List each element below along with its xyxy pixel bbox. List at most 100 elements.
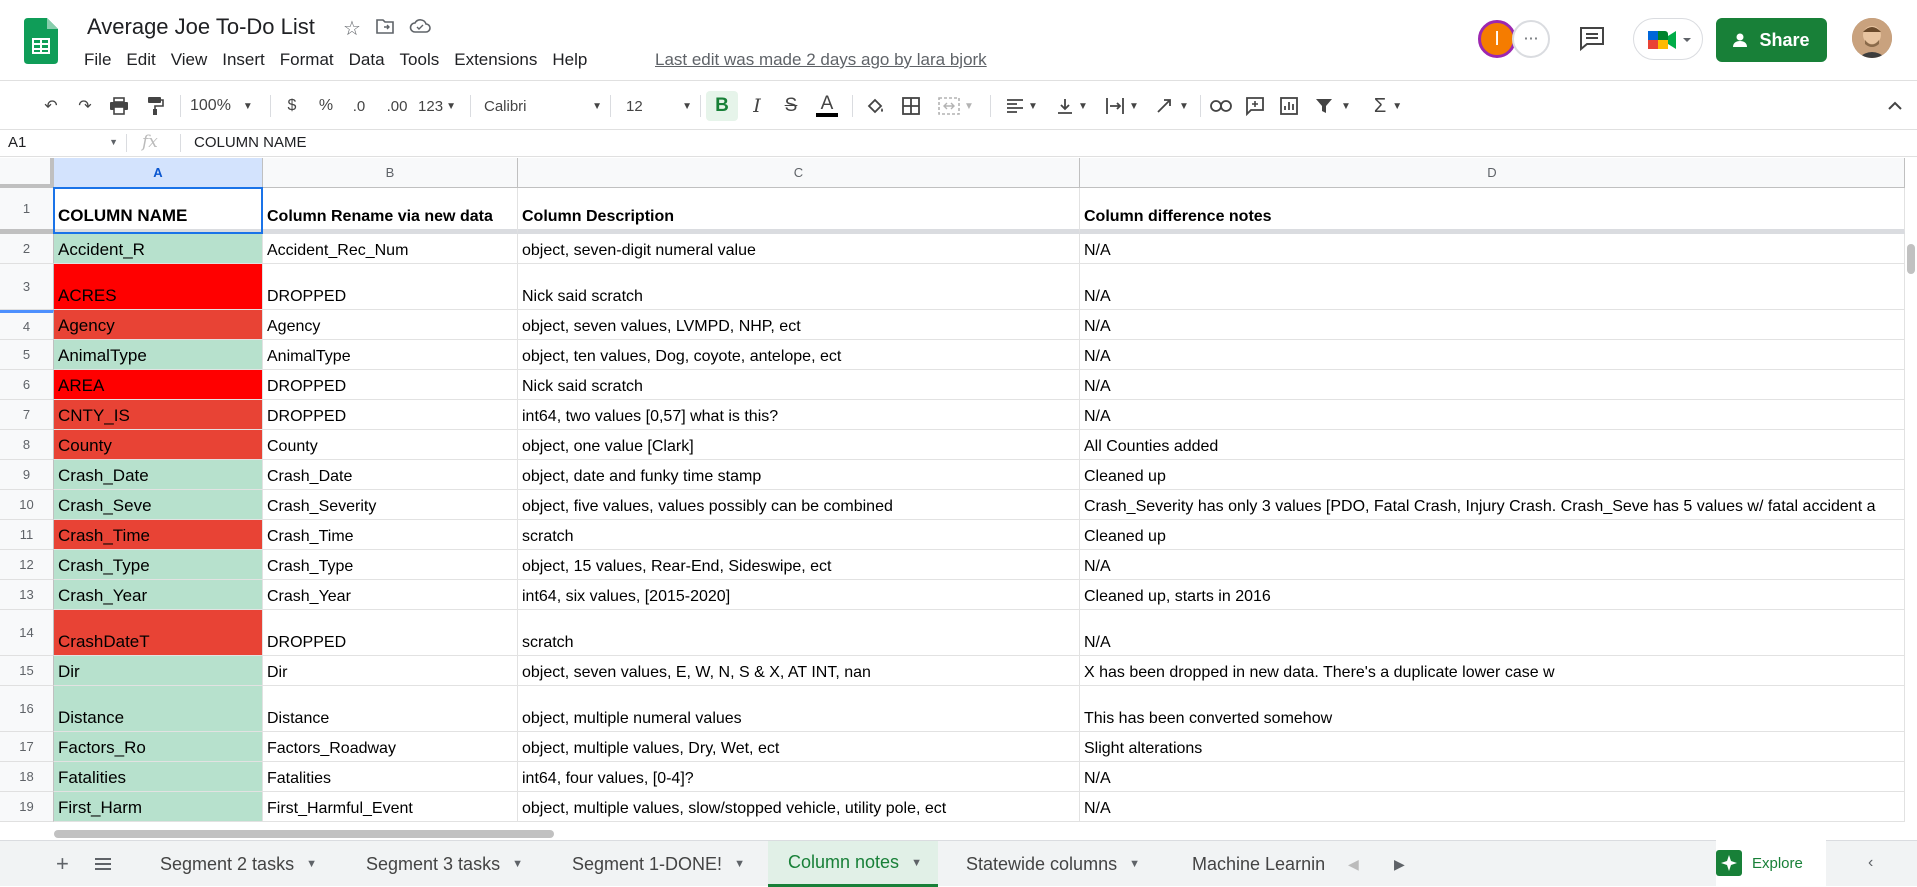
- table-cell[interactable]: AnimalType: [263, 340, 518, 370]
- table-cell[interactable]: First_Harmful_Event: [263, 792, 518, 822]
- table-cell[interactable]: Nick said scratch: [518, 264, 1080, 310]
- row-header[interactable]: 15: [0, 656, 54, 686]
- menu-tools[interactable]: Tools: [400, 50, 448, 70]
- paint-format-icon[interactable]: [142, 91, 168, 121]
- functions-icon[interactable]: Σ ▼: [1366, 91, 1410, 121]
- table-cell[interactable]: N/A: [1080, 610, 1905, 656]
- table-cell[interactable]: N/A: [1080, 264, 1905, 310]
- select-all-corner[interactable]: [0, 158, 54, 188]
- chevron-down-icon[interactable]: ▼: [306, 858, 317, 870]
- row-header[interactable]: 16: [0, 686, 54, 732]
- table-cell[interactable]: First_Harm: [54, 792, 263, 822]
- font-size-select[interactable]: 12 ▼: [626, 91, 692, 121]
- chevron-down-icon[interactable]: ▼: [734, 858, 745, 870]
- table-cell[interactable]: DROPPED: [263, 370, 518, 400]
- currency-format-button[interactable]: $: [280, 91, 304, 121]
- name-box[interactable]: A1 ▼: [8, 134, 118, 151]
- undo-icon[interactable]: ↶: [38, 91, 64, 121]
- table-cell[interactable]: N/A: [1080, 370, 1905, 400]
- row-header[interactable]: 5: [0, 340, 54, 370]
- scroll-tabs-right-icon[interactable]: ▶: [1394, 841, 1405, 887]
- table-cell[interactable]: Accident_Rec_Num: [263, 234, 518, 264]
- horizontal-align-icon[interactable]: ▼: [1000, 91, 1044, 121]
- table-cell[interactable]: int64, two values [0,57] what is this?: [518, 400, 1080, 430]
- all-sheets-icon[interactable]: [94, 841, 112, 887]
- row-header[interactable]: 11: [0, 520, 54, 550]
- table-cell[interactable]: DROPPED: [263, 400, 518, 430]
- table-cell[interactable]: object, seven values, LVMPD, NHP, ect: [518, 310, 1080, 340]
- table-cell[interactable]: DROPPED: [263, 264, 518, 310]
- merge-cells-icon[interactable]: ▼: [934, 91, 978, 121]
- collaborator-avatar[interactable]: I: [1478, 20, 1516, 58]
- sheet-tab[interactable]: Machine Learnin: [1172, 841, 1342, 887]
- insert-link-icon[interactable]: [1206, 91, 1236, 121]
- row-header[interactable]: 6: [0, 370, 54, 400]
- row-header[interactable]: 12: [0, 550, 54, 580]
- row-header[interactable]: 9: [0, 460, 54, 490]
- sheets-logo-icon[interactable]: [24, 18, 58, 64]
- sheet-tab[interactable]: Statewide columns ▼: [946, 841, 1156, 887]
- explore-button[interactable]: Explore: [1716, 840, 1826, 886]
- table-cell[interactable]: N/A: [1080, 762, 1905, 792]
- table-cell[interactable]: Distance: [54, 686, 263, 732]
- table-cell[interactable]: CNTY_IS: [54, 400, 263, 430]
- row-header[interactable]: 1: [0, 188, 54, 234]
- table-cell[interactable]: Cleaned up, starts in 2016: [1080, 580, 1905, 610]
- formula-input[interactable]: COLUMN NAME: [194, 134, 307, 151]
- table-cell[interactable]: Fatalities: [263, 762, 518, 792]
- meet-button[interactable]: [1633, 18, 1703, 60]
- table-cell[interactable]: Dir: [54, 656, 263, 686]
- row-header[interactable]: 2: [0, 234, 54, 264]
- table-cell[interactable]: Crash_Year: [54, 580, 263, 610]
- menu-data[interactable]: Data: [349, 50, 393, 70]
- borders-icon[interactable]: [898, 91, 924, 121]
- table-cell[interactable]: N/A: [1080, 550, 1905, 580]
- chevron-down-icon[interactable]: ▼: [1129, 858, 1140, 870]
- doc-title[interactable]: Average Joe To-Do List: [87, 14, 315, 40]
- table-cell[interactable]: Crash_Year: [263, 580, 518, 610]
- vertical-scrollbar-thumb[interactable]: [1907, 244, 1915, 274]
- table-cell[interactable]: int64, four values, [0-4]?: [518, 762, 1080, 792]
- table-cell[interactable]: object, date and funky time stamp: [518, 460, 1080, 490]
- table-cell[interactable]: Factors_Ro: [54, 732, 263, 762]
- menu-insert[interactable]: Insert: [222, 50, 273, 70]
- table-cell[interactable]: AnimalType: [54, 340, 263, 370]
- menu-view[interactable]: View: [171, 50, 216, 70]
- side-panel-toggle-icon[interactable]: ‹: [1868, 840, 1873, 886]
- chevron-down-icon[interactable]: ▼: [512, 858, 523, 870]
- table-cell[interactable]: int64, six values, [2015-2020]: [518, 580, 1080, 610]
- table-cell[interactable]: object, seven-digit numeral value: [518, 234, 1080, 264]
- comment-history-icon[interactable]: [1577, 24, 1607, 52]
- table-cell[interactable]: N/A: [1080, 792, 1905, 822]
- column-header-c[interactable]: C: [518, 158, 1080, 188]
- row-header[interactable]: 10: [0, 490, 54, 520]
- header-cell[interactable]: Column Rename via new data: [263, 188, 518, 234]
- header-cell[interactable]: Column Description: [518, 188, 1080, 234]
- table-cell[interactable]: object, five values, values possibly can…: [518, 490, 1080, 520]
- share-button[interactable]: Share: [1716, 18, 1827, 62]
- column-header-b[interactable]: B: [263, 158, 518, 188]
- table-cell[interactable]: object, multiple values, Dry, Wet, ect: [518, 732, 1080, 762]
- move-folder-icon[interactable]: [375, 16, 395, 41]
- table-cell[interactable]: Distance: [263, 686, 518, 732]
- column-header-a[interactable]: A: [54, 158, 263, 188]
- table-cell[interactable]: Crash_Date: [54, 460, 263, 490]
- font-family-select[interactable]: Calibri ▼: [484, 91, 602, 121]
- insert-comment-icon[interactable]: [1240, 91, 1270, 121]
- spreadsheet-grid[interactable]: A B C D 1 COLUMN NAME Column Rename via new da…: [0, 158, 1905, 840]
- star-icon[interactable]: ☆: [343, 16, 361, 41]
- more-collaborators-icon[interactable]: ⋯: [1512, 20, 1550, 58]
- table-cell[interactable]: Crash_Type: [263, 550, 518, 580]
- scroll-tabs-left-icon[interactable]: ◀: [1348, 841, 1359, 887]
- table-cell[interactable]: Crash_Date: [263, 460, 518, 490]
- italic-button[interactable]: I: [744, 91, 770, 121]
- more-formats-button[interactable]: 123 ▼: [416, 91, 458, 121]
- sheet-tab[interactable]: Segment 1-DONE! ▼: [552, 841, 752, 887]
- sheet-tab[interactable]: Column notes ▼: [768, 841, 938, 887]
- table-cell[interactable]: scratch: [518, 520, 1080, 550]
- table-cell[interactable]: Dir: [263, 656, 518, 686]
- redo-icon[interactable]: ↷: [72, 91, 98, 121]
- table-cell[interactable]: Agency: [263, 310, 518, 340]
- row-header[interactable]: 13: [0, 580, 54, 610]
- filter-icon[interactable]: ▼: [1310, 91, 1356, 121]
